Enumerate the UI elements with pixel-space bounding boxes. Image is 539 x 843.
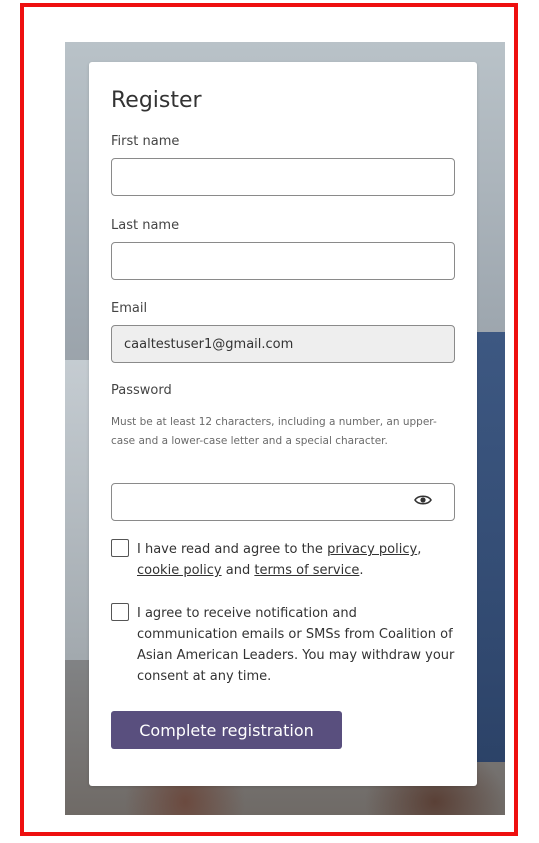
email-field[interactable] [111, 325, 455, 363]
last-name-field[interactable] [111, 242, 455, 280]
privacy-policy-link[interactable]: privacy policy [327, 542, 417, 557]
first-name-label: First name [111, 134, 180, 149]
eye-icon[interactable] [414, 493, 432, 507]
complete-registration-button[interactable]: Complete registration [111, 711, 342, 749]
page-title: Register [111, 88, 202, 113]
terms-of-service-link[interactable]: terms of service [254, 563, 359, 578]
background-poster-right [473, 332, 505, 762]
notifications-checkbox[interactable] [111, 603, 129, 621]
terms-prefix: I have read and agree to the [137, 542, 328, 557]
password-label: Password [111, 383, 172, 398]
terms-consent-text: I have read and agree to the privacy pol… [137, 539, 457, 581]
terms-suffix: . [359, 563, 364, 578]
terms-comma: , [417, 542, 422, 557]
terms-checkbox[interactable] [111, 539, 129, 557]
notifications-consent-text: I agree to receive notification and comm… [137, 606, 455, 684]
last-name-label: Last name [111, 218, 180, 233]
password-hint: Must be at least 12 characters, includin… [111, 416, 437, 447]
terms-and: and [221, 563, 255, 578]
first-name-field[interactable] [111, 158, 455, 196]
email-label: Email [111, 301, 148, 316]
password-field[interactable] [111, 483, 455, 521]
cookie-policy-link[interactable]: cookie policy [137, 563, 222, 578]
